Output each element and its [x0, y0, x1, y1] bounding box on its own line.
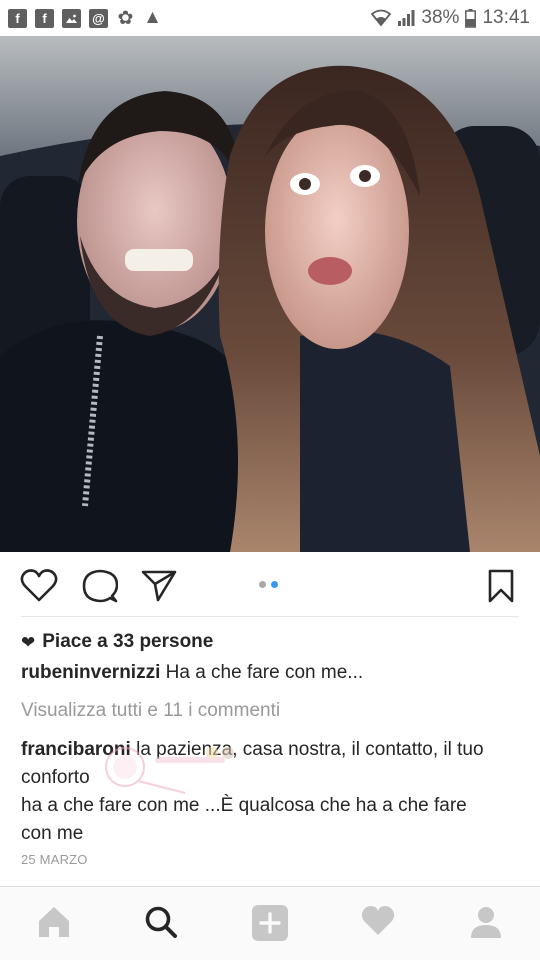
bottom-nav	[0, 886, 540, 960]
comment-text-line: ha a che fare con me ...È qualcosa che h…	[21, 795, 467, 816]
comment-icon[interactable]	[82, 569, 118, 603]
notification-icons: f f @ ✿ ▲	[8, 7, 162, 29]
profile-icon[interactable]	[469, 905, 503, 939]
comment: francibaroni la pazienza, casa nostra, i…	[21, 736, 521, 848]
at-icon: @	[89, 8, 108, 28]
share-icon[interactable]	[141, 569, 177, 603]
battery-icon	[465, 8, 477, 28]
carousel-indicator	[259, 581, 278, 588]
comment-text-line: conforto	[21, 767, 90, 788]
like-icon[interactable]	[20, 569, 58, 603]
heart-icon: ❤	[21, 632, 36, 652]
signal-icon	[397, 9, 415, 27]
post-photo[interactable]	[0, 36, 540, 552]
selfie-photo	[0, 36, 540, 552]
divider	[21, 616, 519, 617]
wifi-icon	[371, 9, 392, 27]
facebook-icon: f	[35, 8, 54, 28]
post-caption: rubeninvernizzi Ha a che fare con me...	[21, 662, 363, 684]
warning-icon: ▲	[143, 7, 162, 28]
facebook-icon: f	[8, 8, 27, 28]
view-all-comments-link[interactable]: Visualizza tutti e 11 i commenti	[21, 700, 280, 722]
post-date: 25 MARZO	[21, 852, 88, 867]
gallery-icon	[62, 8, 81, 28]
watermark-logo	[105, 747, 234, 794]
bookmark-icon[interactable]	[488, 569, 514, 603]
add-icon[interactable]	[252, 905, 288, 941]
likes-text: Piace a 33 persone	[42, 631, 214, 652]
comment-text-line: con me	[21, 823, 84, 844]
caption-username[interactable]: rubeninvernizzi	[21, 662, 160, 683]
caption-text: Ha a che fare con me...	[165, 662, 364, 683]
home-icon[interactable]	[37, 905, 71, 939]
activity-icon[interactable]	[361, 905, 395, 937]
carousel-dot	[259, 581, 266, 588]
likes-count[interactable]: ❤ Piace a 33 persone	[21, 631, 213, 653]
search-icon[interactable]	[144, 905, 178, 939]
status-bar: f f @ ✿ ▲ 38% 13:41	[0, 0, 540, 36]
carousel-dot-active	[271, 581, 278, 588]
clock: 13:41	[482, 7, 530, 28]
flower-icon: ✿	[117, 7, 134, 29]
battery-percent: 38%	[421, 7, 460, 28]
